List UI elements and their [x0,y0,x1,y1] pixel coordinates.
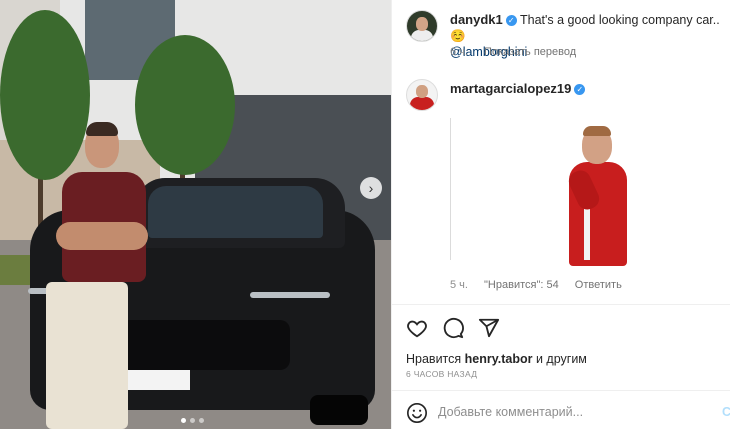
car-wheel [310,395,368,425]
gif-reaction[interactable] [456,118,656,268]
comment-username[interactable]: martagarcialopez19 [450,81,571,96]
person-hair [86,122,118,136]
carousel-dot [190,418,195,423]
comment-input[interactable] [438,402,708,422]
comment-age: 6 ч. [450,46,468,58]
tree [0,10,90,180]
comment-username[interactable]: danydk1 [450,12,503,27]
car-grille [120,320,290,370]
tree [135,35,235,175]
post-actions [406,317,500,339]
verified-icon: ✓ [574,84,586,95]
post-photo[interactable]: › [0,0,391,429]
comment-age: 5 ч. [450,279,468,291]
share-icon[interactable] [478,317,500,339]
comment-meta: 5 ч. "Нравится": 54 Ответить [450,279,635,291]
person-legs [46,282,128,429]
license-plate [122,370,190,390]
smiley-icon[interactable] [406,402,428,424]
comment-reply: martagarcialopez19 ✓ [450,81,586,96]
car-headlight [250,292,330,298]
comments-panel: danydk1 ✓ That's a good looking company c… [391,0,730,429]
likes-suffix: и другим [532,352,587,366]
carousel-dots [181,418,204,423]
gif-person-hair [583,126,611,136]
likes-summary: Нравится henry.tabor и другим [406,352,587,366]
post-time: 6 ЧАСОВ НАЗАД [406,369,478,379]
carousel-dot [181,418,186,423]
comment-meta: 6 ч. Показать перевод [450,46,589,58]
heart-icon[interactable] [406,317,428,339]
comment-likes[interactable]: "Нравится": 54 [484,279,559,291]
avatar[interactable] [406,10,438,42]
likes-user[interactable]: henry.tabor [465,352,533,366]
reply-button[interactable]: Ответить [575,279,622,291]
divider [392,304,730,305]
likes-prefix: Нравится [406,352,465,366]
person-arms [56,222,148,250]
comment-icon[interactable] [442,317,464,339]
translate-link[interactable]: Показать перевод [484,46,576,58]
post-comment-button[interactable]: С [722,405,730,419]
divider [392,390,730,391]
avatar[interactable] [406,79,438,111]
car-windshield [148,186,323,238]
chevron-right-icon[interactable]: › [360,177,382,199]
verified-icon: ✓ [505,15,517,26]
carousel-dot [199,418,204,423]
gif-border [450,118,451,260]
